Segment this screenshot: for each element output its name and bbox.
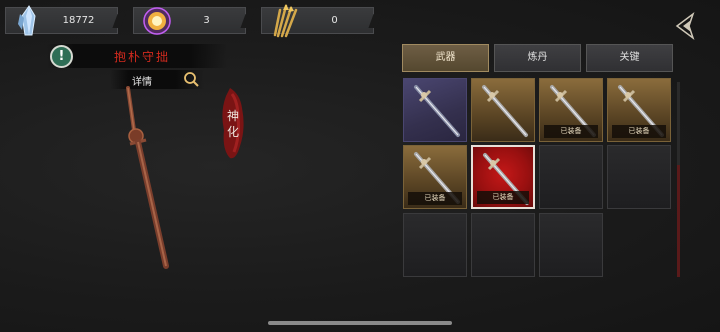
weapon-name: 抱朴守拙 [113, 50, 170, 64]
weapon-name-banner: 抱朴守拙 [47, 44, 227, 68]
back-corner-icon[interactable] [671, 11, 701, 41]
resource-orb: 3 [133, 7, 254, 35]
resource-crystal: 18772 [5, 5, 126, 36]
scrollbar-thumb[interactable] [677, 165, 680, 277]
tab-alchemy[interactable]: 炼丹 [494, 44, 581, 72]
inventory-slot-empty[interactable] [539, 145, 603, 209]
equipped-badge: 已装备 [477, 191, 529, 204]
inventory-slot[interactable]: 已装备 [539, 78, 603, 142]
sword-icon [414, 85, 460, 137]
inventory-slot[interactable] [471, 78, 535, 142]
inventory-slot[interactable]: 已装备 [403, 145, 467, 209]
equipped-badge: 已装备 [544, 125, 598, 138]
glowing-orb-icon [143, 7, 171, 35]
arrows-bundle-icon [273, 4, 298, 38]
tab-key-items[interactable]: 关键 [586, 44, 673, 72]
equipped-badge: 已装备 [408, 192, 462, 205]
evolve-label: 神化 [226, 109, 239, 139]
home-indicator[interactable] [268, 321, 452, 325]
inventory-slot-empty[interactable] [471, 213, 535, 277]
equipped-badge: 已装备 [612, 125, 666, 138]
inventory-slot[interactable]: 已装备 [607, 78, 671, 142]
sword-icon [482, 85, 528, 137]
weapon-preview-sword [126, 86, 169, 269]
resource-arrows: 0 [261, 4, 382, 38]
resource-arrows-value: 0 [331, 15, 338, 26]
resource-orb-value: 3 [203, 15, 210, 26]
crystal-icon [18, 5, 36, 36]
inventory-slot[interactable] [403, 78, 467, 142]
resource-crystal-value: 18772 [62, 15, 95, 26]
tab-weapons[interactable]: 武器 [402, 44, 489, 72]
evolve-badge[interactable]: 神化 [216, 88, 250, 160]
inventory-slot[interactable]: 已装备 [471, 145, 535, 209]
inventory-slot-empty[interactable] [403, 213, 467, 277]
magnifier-icon [184, 72, 199, 87]
inventory-slot-empty[interactable] [607, 145, 671, 209]
exclamation-icon[interactable]: ! [50, 45, 73, 68]
inventory-slot-empty[interactable] [539, 213, 603, 277]
